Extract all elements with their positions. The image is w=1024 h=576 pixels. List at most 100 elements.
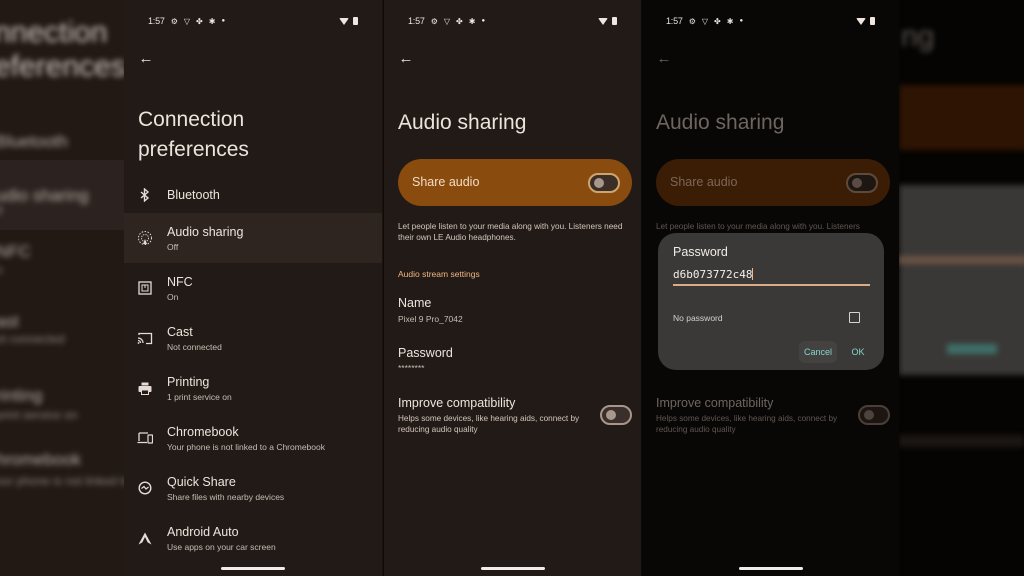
list-item-title: NFC [167, 275, 193, 289]
list-item-nfc[interactable]: NFC On [124, 263, 382, 313]
battery-icon [870, 17, 875, 25]
blurred-title: nnection eferences [0, 16, 124, 84]
settings-icon: ⚙ [688, 16, 696, 26]
page-title: Audio sharing [656, 111, 785, 134]
list-item-subtitle: Not connected [167, 342, 222, 352]
cast-icon [136, 329, 154, 347]
password-input-value: d6b073772c48 [673, 268, 753, 281]
blurred-text: ot connected [0, 332, 65, 346]
blurred-text: udio sharing [0, 186, 89, 205]
toggle-knob [864, 410, 874, 420]
list-item-subtitle: Your phone is not linked to a Chromebook [167, 442, 325, 452]
wifi-icon [339, 17, 349, 25]
chromebook-icon [136, 429, 154, 447]
list-item-title: Quick Share [167, 475, 236, 489]
fan-icon: ✤ [714, 16, 721, 26]
list-item-printing[interactable]: Printing 1 print service on [124, 363, 382, 413]
notification-dot-icon: ● [739, 18, 744, 24]
text-caret [752, 268, 754, 280]
share-audio-card: Share audio [656, 159, 890, 206]
list-item-subtitle: 1 print service on [167, 392, 232, 402]
pref-value: Pixel 9 Pro_7042 [398, 314, 463, 324]
pref-value: ******** [398, 363, 425, 373]
vpn-shield-icon: ▽ [701, 16, 709, 26]
list-item-subtitle: Off [167, 242, 179, 252]
back-button[interactable]: ← [136, 48, 156, 68]
list-item-cast[interactable]: Cast Not connected [124, 313, 382, 363]
ok-button[interactable]: OK [847, 341, 869, 363]
status-bar: 1:57 ⚙ ▽ ✤ ✱ ● [148, 14, 358, 28]
fan-icon: ✤ [456, 16, 463, 26]
improve-compatibility-toggle [858, 405, 890, 425]
share-audio-label: Share audio [670, 175, 738, 189]
wifi-icon [598, 17, 608, 25]
section-header-audio-stream-settings: Audio stream settings [398, 269, 480, 279]
blurred-cancel-button [947, 344, 997, 354]
wifi-icon [856, 17, 866, 25]
list-item-title: Printing [167, 375, 210, 389]
blurred-text: our phone is not linked to a Chromebook [0, 474, 124, 488]
status-time: 1:57 [666, 16, 683, 26]
battery-icon [353, 17, 358, 25]
audio-sharing-icon [136, 229, 154, 247]
page-title: Connection preferences [138, 105, 249, 165]
vpn-shield-icon: ▽ [443, 16, 451, 26]
pref-title: Improve compatibility [398, 396, 516, 410]
gesture-home-bar[interactable] [221, 567, 285, 570]
password-input[interactable]: d6b073772c48 [673, 266, 870, 286]
list-item-subtitle: Use apps on your car screen [167, 542, 276, 552]
blurred-text: hromebook [0, 450, 82, 469]
nfc-icon [136, 279, 154, 297]
blurred-text: ast [0, 312, 19, 331]
no-password-label: No password [673, 313, 723, 323]
list-item-android-auto[interactable]: Android Auto Use apps on your car screen [124, 513, 382, 563]
list-item-chromebook[interactable]: Chromebook Your phone is not linked to a… [124, 413, 382, 463]
snowflake-icon: ✱ [208, 16, 216, 26]
pref-description: Helps some devices, like hearing aids, c… [656, 414, 838, 434]
gesture-home-bar[interactable] [739, 567, 803, 570]
settings-icon: ⚙ [430, 16, 438, 26]
audio-sharing-description: Let people listen to your media along wi… [398, 222, 623, 242]
status-bar: 1:57 ⚙ ▽ ✤ ✱ ● [408, 14, 617, 28]
share-audio-toggle[interactable] [588, 173, 620, 193]
list-item-title: Cast [167, 325, 193, 339]
cancel-button[interactable]: Cancel [799, 341, 837, 363]
list-item-title: Chromebook [167, 425, 239, 439]
share-audio-label: Share audio [412, 175, 480, 189]
improve-compatibility-toggle[interactable] [600, 405, 632, 425]
pref-title: Password [398, 346, 453, 360]
snowflake-icon: ✱ [468, 16, 476, 26]
list-item-title: Bluetooth [167, 188, 220, 202]
status-time: 1:57 [408, 16, 425, 26]
arrow-left-icon: ← [398, 49, 414, 67]
share-audio-toggle [846, 173, 878, 193]
password-dialog: Password d6b073772c48 No password Cancel… [658, 233, 884, 370]
blurred-text: rinting [0, 386, 43, 405]
notification-dot-icon: ● [481, 18, 486, 24]
dialog-title: Password [673, 245, 728, 259]
gesture-home-bar[interactable] [481, 567, 545, 570]
vpn-shield-icon: ▽ [183, 16, 191, 26]
share-audio-card[interactable]: Share audio [398, 159, 632, 206]
screenshot-composite: nnection eferences Bluetooth udio sharin… [0, 0, 1024, 576]
blurred-text: eferences [0, 50, 124, 83]
pref-description: Helps some devices, like hearing aids, c… [398, 414, 580, 434]
list-item-audio-sharing[interactable]: Audio sharing Off [124, 213, 382, 263]
toggle-knob [606, 410, 616, 420]
page-title: Audio sharing [398, 111, 527, 134]
bluetooth-icon [136, 186, 154, 204]
blurred-text: nnection [0, 16, 108, 49]
blurred-text-line [899, 435, 1024, 447]
quick-share-icon [136, 479, 154, 497]
battery-icon [612, 17, 617, 25]
no-password-checkbox[interactable] [849, 312, 860, 323]
snowflake-icon: ✱ [726, 16, 734, 26]
page-title-line: preferences [138, 138, 249, 161]
android-auto-icon [136, 529, 154, 547]
list-item-subtitle: On [167, 292, 179, 302]
audio-sharing-description: Let people listen to your media along wi… [656, 222, 860, 231]
toggle-knob [594, 178, 604, 188]
list-item-quick-share[interactable]: Quick Share Share files with nearby devi… [124, 463, 382, 513]
back-button[interactable]: ← [396, 48, 416, 68]
blurred-input-line [899, 256, 1024, 264]
